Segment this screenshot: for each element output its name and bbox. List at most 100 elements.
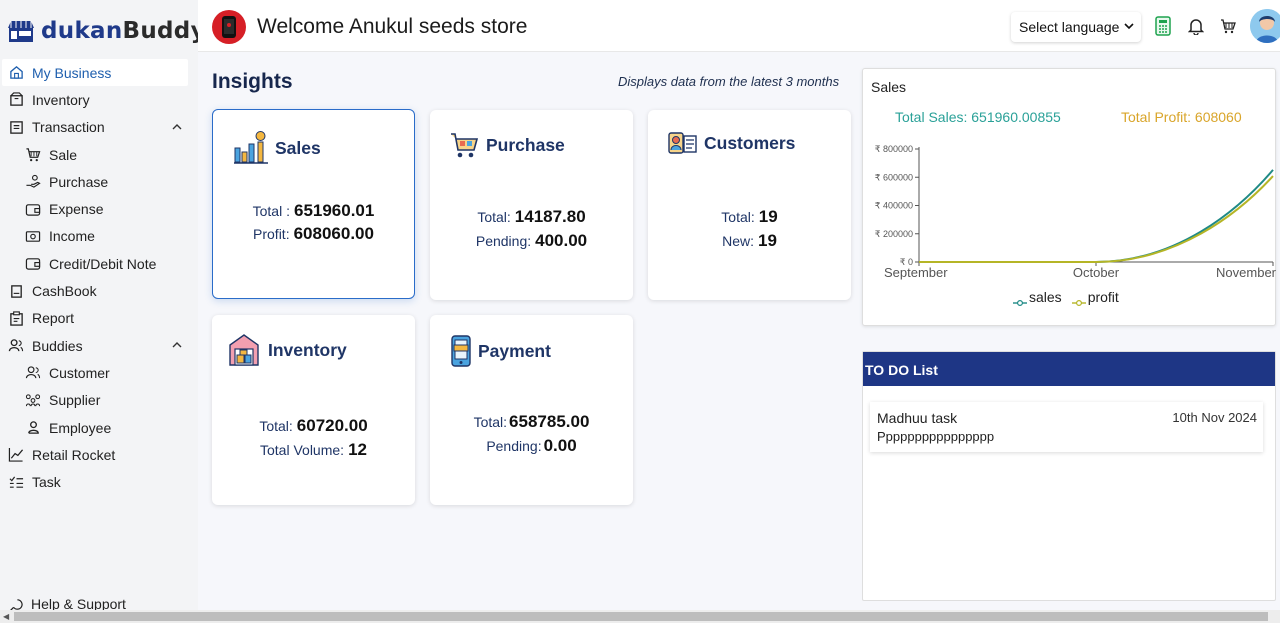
inventory-volume-label: Total Volume: [260,442,345,458]
legend-sales[interactable]: sales [1013,289,1062,307]
cart-icon[interactable] [1218,16,1238,36]
payment-phone-icon [451,335,471,367]
customers-card-title: Customers [704,132,796,153]
inventory-card-head: Inventory [226,333,347,367]
shopping-cart-icon [451,133,479,158]
sidebar-item-income[interactable]: Income [0,223,198,250]
sales-card[interactable]: Sales Total :651960.01 Profit: 608060.00 [212,109,415,299]
users-icon [8,338,24,354]
purchase-pending-line: Pending: 400.00 [430,231,633,251]
banknote-icon [25,228,41,244]
chevron-up-icon[interactable] [172,340,182,350]
user-avatar[interactable] [1250,9,1280,43]
sidebar-item-buddies[interactable]: Buddies [0,332,198,359]
legend-profit-label: profit [1087,289,1119,305]
sales-total-value: 651960.01 [293,201,375,220]
inventory-total-value: 60720.00 [296,416,368,435]
legend-profit[interactable]: profit [1071,289,1119,307]
customers-total-value: 19 [758,207,778,226]
inventory-total-line: Total: 60720.00 [212,416,415,436]
purchase-card-title: Purchase [486,134,565,155]
sidebar-item-employee[interactable]: Employee [0,414,198,441]
top-header: Welcome Anukul seeds store Select langua… [198,0,1280,52]
todo-item-title: Madhuu task [877,410,958,426]
horizontal-scrollbar[interactable]: ◀ [0,610,1280,623]
sidebar-item-supplier[interactable]: Supplier [0,387,198,414]
todo-item-date: 10th Nov 2024 [1172,410,1257,425]
customers-new-label: New: [722,233,754,249]
chart-legend: sales profit [1013,289,1119,307]
todo-item-desc: Pppppppppppppppp [877,429,995,444]
sidebar-item-report[interactable]: Report [0,305,198,332]
sales-card-title: Sales [275,137,321,158]
sidebar-item-label: Buddies [32,337,83,354]
clipboard-icon [8,310,24,326]
app-root: dukanBuddy My Business Inventory Transac… [0,0,1280,623]
sidebar-item-transaction[interactable]: Transaction [0,114,198,141]
sidebar-item-label: Inventory [32,91,90,108]
customers-total-label: Total: [721,209,755,225]
inventory-volume-value: 12 [348,440,367,459]
sidebar-item-inventory[interactable]: Inventory [0,86,198,113]
sales-card-head: Sales [233,130,321,166]
sidebar-item-customer[interactable]: Customer [0,359,198,386]
sidebar: dukanBuddy My Business Inventory Transac… [0,0,206,612]
store-logo-icon [8,21,34,42]
sales-line-chart: ₹ 0₹ 200000₹ 400000₹ 600000₹ 800000Septe… [875,144,1277,280]
legend-sales-marker [1013,294,1027,307]
calculator-icon[interactable] [1153,16,1173,36]
warehouse-icon [229,334,259,366]
y-tick-label: ₹ 200000 [875,229,913,239]
purchase-card[interactable]: Purchase Total: 14187.80 Pending: 400.00 [430,110,633,300]
store-avatar[interactable] [212,10,246,44]
sales-profit-label: Profit: [253,226,290,242]
language-select[interactable]: Select language [1011,12,1141,42]
chevron-up-icon[interactable] [172,122,182,132]
payment-card[interactable]: Payment Total: 658785.00 Pending: 0.00 [430,315,633,505]
sidebar-item-label: Task [32,474,61,491]
sidebar-item-credit-debit-note[interactable]: Credit/Debit Note [0,250,198,277]
sidebar-item-label: Sale [49,146,78,163]
purchase-total-line: Total: 14187.80 [430,207,633,227]
bell-icon[interactable] [1186,16,1206,36]
payment-pending-line: Pending: 0.00 [430,436,633,456]
chevron-down-icon [1124,23,1134,30]
brand-logo[interactable]: dukanBuddy [7,18,206,44]
payment-total-value: 658785.00 [509,412,590,431]
sidebar-item-label: Retail Rocket [32,446,116,463]
sidebar-item-sale[interactable]: Sale [0,141,198,168]
payment-pending-value: 0.00 [543,436,577,455]
x-tick-label: November [1216,265,1277,280]
brand-part1: dukan [41,18,123,44]
scroll-left-arrow-icon[interactable]: ◀ [3,612,9,621]
wallet-icon [25,256,41,272]
scrollbar-thumb[interactable] [14,612,1268,621]
series-line-sales [919,169,1274,263]
sidebar-item-label: Expense [49,201,104,218]
trend-icon [8,447,24,463]
legend-profit-marker [1071,294,1086,307]
sidebar-item-purchase[interactable]: Purchase [0,168,198,195]
purchase-pending-label: Pending: [475,233,532,249]
todo-item[interactable]: Madhuu task 10th Nov 2024 Pppppppppppppp… [870,402,1263,452]
sidebar-item-my-business[interactable]: My Business [2,59,188,87]
network-icon [25,392,41,408]
sidebar-item-expense[interactable]: Expense [0,195,198,222]
welcome-title: Welcome Anukul seeds store [257,15,528,38]
wallet-icon [25,201,41,217]
hand-coins-icon [25,174,41,190]
purchase-total-label: Total: [477,209,511,225]
purchase-pending-value: 400.00 [535,231,588,250]
inventory-card[interactable]: Inventory Total: 60720.00 Total Volume: 12 [212,315,415,505]
inventory-card-title: Inventory [268,339,347,360]
customers-icon [668,132,697,154]
todo-title: TO DO List [863,352,1275,386]
user-icon [25,420,41,436]
sidebar-item-cashbook[interactable]: CashBook [0,277,198,304]
customers-card-head: Customers [668,130,795,156]
sidebar-item-retail-rocket[interactable]: Retail Rocket [0,441,198,468]
customers-new-line: New: 19 [648,231,851,251]
customers-card[interactable]: Customers Total: 19 New: 19 [648,110,851,300]
purchase-card-head: Purchase [450,130,565,160]
sidebar-item-task[interactable]: Task [0,468,198,495]
